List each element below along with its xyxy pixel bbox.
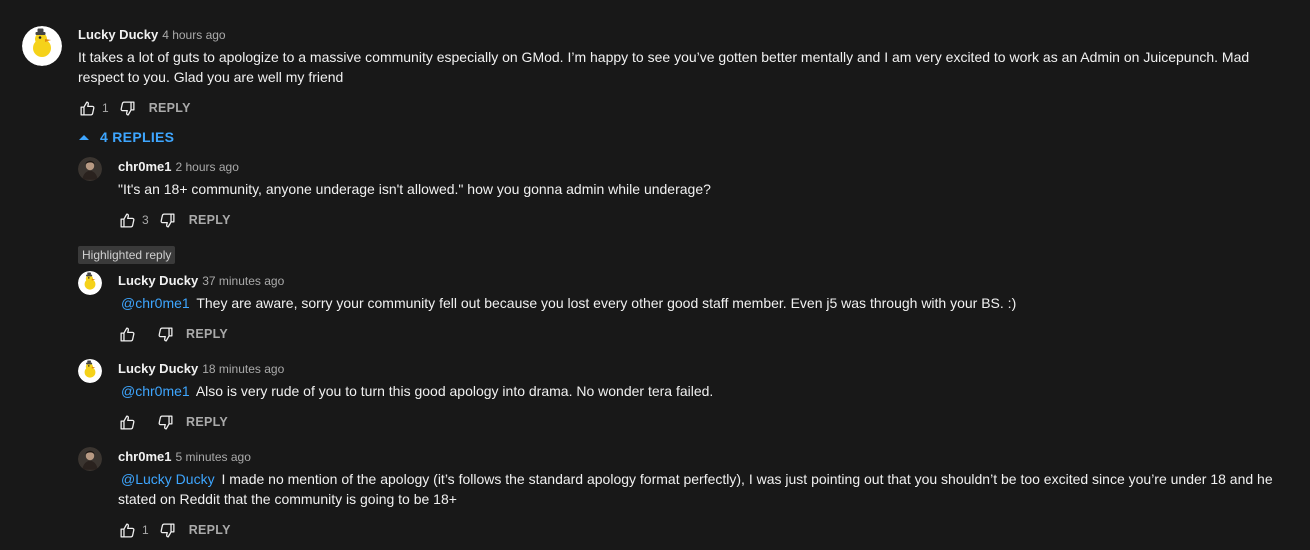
- like-count: 3: [142, 213, 149, 227]
- reply-button[interactable]: REPLY: [186, 415, 228, 429]
- reply-actions: REPLY: [118, 412, 228, 432]
- reply-header: Lucky Ducky 37 minutes ago: [118, 273, 284, 288]
- reply-author[interactable]: chr0me1: [118, 449, 171, 464]
- user-avatar-icon: [78, 157, 102, 181]
- reply-actions: REPLY: [118, 324, 228, 344]
- like-icon: [119, 212, 136, 229]
- replies-toggle[interactable]: 4 REPLIES: [78, 129, 174, 145]
- dislike-button[interactable]: [156, 413, 174, 431]
- reply-button[interactable]: REPLY: [149, 101, 191, 115]
- reply-text: @chr0me1 They are aware, sorry your comm…: [118, 293, 1278, 313]
- reply-text: @Lucky Ducky I made no mention of the ap…: [118, 469, 1278, 509]
- reply-text: @chr0me1 Also is very rude of you to tur…: [118, 381, 1278, 401]
- reply-author[interactable]: chr0me1: [118, 159, 171, 174]
- reply-actions: 3 REPLY: [118, 210, 231, 230]
- like-icon: [119, 414, 136, 431]
- reply-body: They are aware, sorry your community fel…: [196, 295, 1017, 311]
- dislike-button[interactable]: [119, 99, 137, 117]
- reply-button[interactable]: REPLY: [186, 327, 228, 341]
- reply-avatar[interactable]: [78, 271, 102, 295]
- duck-avatar-icon: [78, 271, 102, 295]
- dislike-button[interactable]: [159, 521, 177, 539]
- reply-body: Also is very rude of you to turn this go…: [195, 383, 714, 399]
- comment-author[interactable]: Lucky Ducky: [78, 27, 158, 42]
- chevron-up-icon: [79, 135, 89, 140]
- like-button[interactable]: [78, 99, 96, 117]
- reply-header: chr0me1 5 minutes ago: [118, 449, 251, 464]
- replies-count: 4 REPLIES: [100, 129, 175, 145]
- comment-text: It takes a lot of guts to apologize to a…: [78, 49, 1250, 85]
- like-icon: [119, 326, 136, 343]
- mention-link[interactable]: @Lucky Ducky: [121, 471, 215, 487]
- comment-actions: 1 REPLY: [78, 98, 191, 118]
- reply-avatar[interactable]: [78, 359, 102, 383]
- reply-body: I made no mention of the apology (it’s f…: [118, 471, 1273, 507]
- like-button[interactable]: [118, 211, 136, 229]
- reply-header: Lucky Ducky 18 minutes ago: [118, 361, 284, 376]
- reply-time[interactable]: 18 minutes ago: [202, 362, 284, 376]
- reply-author[interactable]: Lucky Ducky: [118, 361, 198, 376]
- dislike-icon: [157, 414, 174, 431]
- mention-link[interactable]: @chr0me1: [121, 295, 190, 311]
- duck-avatar-icon: [78, 359, 102, 383]
- dislike-icon: [159, 212, 176, 229]
- dislike-button[interactable]: [156, 325, 174, 343]
- like-count: 1: [142, 523, 149, 537]
- comment-avatar[interactable]: [22, 26, 62, 66]
- mention-link[interactable]: @chr0me1: [121, 383, 190, 399]
- reply-actions: 1 REPLY: [118, 520, 231, 540]
- reply-time[interactable]: 5 minutes ago: [175, 450, 250, 464]
- reply-avatar[interactable]: [78, 447, 102, 471]
- dislike-icon: [159, 522, 176, 539]
- reply-avatar[interactable]: [78, 157, 102, 181]
- reply-button[interactable]: REPLY: [189, 523, 231, 537]
- comment-time[interactable]: 4 hours ago: [162, 28, 225, 42]
- like-button[interactable]: [118, 325, 136, 343]
- user-avatar-icon: [78, 447, 102, 471]
- reply-author[interactable]: Lucky Ducky: [118, 273, 198, 288]
- comment-header: Lucky Ducky 4 hours ago: [78, 27, 226, 42]
- dislike-icon: [119, 100, 136, 117]
- reply-header: chr0me1 2 hours ago: [118, 159, 239, 174]
- like-button[interactable]: [118, 413, 136, 431]
- duck-avatar-icon: [22, 26, 62, 66]
- reply-button[interactable]: REPLY: [189, 213, 231, 227]
- dislike-button[interactable]: [159, 211, 177, 229]
- reply-text: "It's an 18+ community, anyone underage …: [118, 181, 711, 197]
- reply-time[interactable]: 37 minutes ago: [202, 274, 284, 288]
- like-button[interactable]: [118, 521, 136, 539]
- like-icon: [79, 100, 96, 117]
- dislike-icon: [157, 326, 174, 343]
- like-icon: [119, 522, 136, 539]
- like-count: 1: [102, 101, 109, 115]
- highlighted-reply-badge: Highlighted reply: [78, 246, 176, 264]
- reply-time[interactable]: 2 hours ago: [175, 160, 238, 174]
